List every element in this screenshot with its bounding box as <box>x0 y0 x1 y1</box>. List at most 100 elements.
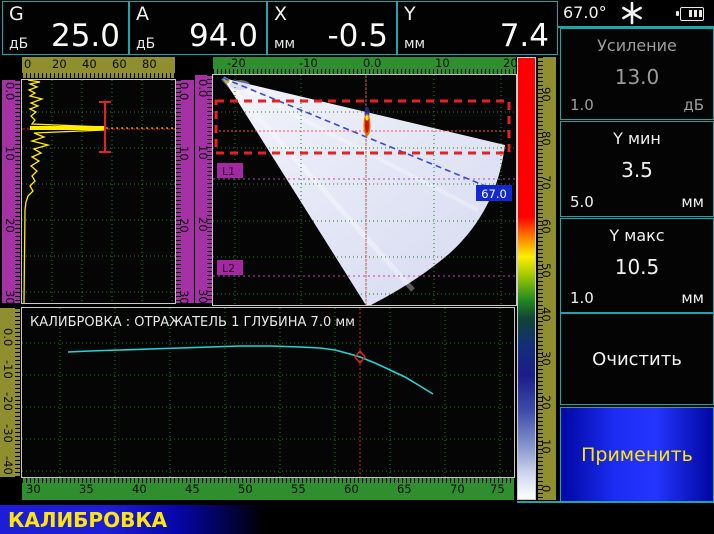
menu-step: 1.0 <box>570 96 594 114</box>
readout-y: Y мм 7.4 <box>397 1 558 55</box>
tick-label: 20 <box>4 218 15 233</box>
l2-badge-label: L2 <box>222 262 235 275</box>
ascan-depth-ruler-left: 0.0 10 20 30 <box>2 80 20 303</box>
sector-plot: L1 L2 67.0 <box>213 75 516 305</box>
tick-label: 30 <box>26 484 41 495</box>
tick-label: 70 <box>450 484 465 495</box>
calibration-plot: КАЛИБРОВКА : ОТРАЖАТЕЛЬ 1 ГЛУБИНА 7.0 мм <box>22 308 514 477</box>
status-cell: 67.0° <box>558 0 714 28</box>
echo-peak-bar <box>30 126 104 130</box>
tick-label: 80 <box>142 59 157 70</box>
tick-label: 0 <box>540 485 551 492</box>
tick-label: 40 <box>540 307 551 322</box>
tick-label: 55 <box>291 484 306 495</box>
tick-label: 45 <box>185 484 200 495</box>
tick-label: 20 <box>503 58 516 69</box>
readout-unit: дБ <box>136 36 155 52</box>
reflector-tip <box>366 116 369 121</box>
tick-label: 0.0 <box>363 58 381 69</box>
tick-label: 30 <box>4 290 15 303</box>
tick-label: 60 <box>540 219 551 234</box>
readout-gain-g: G дБ 25.0 <box>2 1 129 55</box>
menu-unit: мм <box>681 289 704 307</box>
tick-label: 10 <box>435 58 450 69</box>
tick-label: 10 <box>540 439 551 454</box>
active-mode-label: КАЛИБРОВКА <box>8 508 167 532</box>
tick-label: -40 <box>2 456 13 475</box>
menu-panel-gain[interactable]: Усиление 13.0 1.0 дБ <box>560 28 714 120</box>
battery-icon <box>680 7 704 21</box>
tick-label: 10 <box>178 146 189 161</box>
tick-label: -10 <box>2 360 13 379</box>
tick-label: 40 <box>82 59 97 70</box>
menu-unit: мм <box>681 193 704 211</box>
apply-button-label: Применить <box>581 444 693 466</box>
tick-label: -20 <box>2 392 13 411</box>
status-bar: КАЛИБРОВКА <box>0 505 714 534</box>
menu-panel-ymax[interactable]: Y макс 10.5 1.0 мм <box>560 218 714 313</box>
tick-label: 50 <box>238 484 253 495</box>
tick-label: 80 <box>540 131 551 146</box>
tick-label: -20 <box>227 58 246 69</box>
clear-button-label: Очистить <box>592 349 682 370</box>
menu-panel-ymin[interactable]: Y мин 3.5 5.0 мм <box>560 121 714 217</box>
calibration-db-ruler: 0.0-10-20-30-40 <box>0 308 20 477</box>
menu-unit: дБ <box>683 96 704 114</box>
menu-title: Y мин <box>561 129 713 148</box>
sector-x-ruler: -20 -10 0.0 10 20 <box>213 57 516 74</box>
tick-label: 30 <box>197 289 208 303</box>
tick-label: 0 <box>24 59 31 70</box>
tick-label: -10 <box>299 58 318 69</box>
ascan-trace <box>24 80 104 303</box>
tick-label: 20 <box>197 217 208 232</box>
tick-label: 30 <box>540 351 551 366</box>
device-screen: G дБ 25.0 A дБ 94.0 X мм -0.5 Y мм 7.4 6… <box>0 0 714 534</box>
menu-title: Усиление <box>561 36 713 55</box>
tick-label: 20 <box>178 218 189 233</box>
tick-label: 65 <box>397 484 412 495</box>
tick-label: 50 <box>540 263 551 278</box>
tick-label: 40 <box>132 484 147 495</box>
divider <box>517 501 714 503</box>
readout-value: -0.5 <box>328 18 389 54</box>
tick-label: 20 <box>540 395 551 410</box>
sector-depth-ruler: 0.0 10 20 30 <box>195 75 212 303</box>
readout-value: 94.0 <box>189 18 258 54</box>
menu-value: 13.0 <box>561 65 713 89</box>
asterisk-icon <box>620 1 644 25</box>
l1-badge-label: L1 <box>222 165 235 178</box>
tick-label: -30 <box>2 424 13 443</box>
readout-label: G <box>9 3 24 25</box>
tick-label: 70 <box>540 175 551 190</box>
calibration-plot-title: КАЛИБРОВКА : ОТРАЖАТЕЛЬ 1 ГЛУБИНА 7.0 мм <box>30 315 355 330</box>
apply-button[interactable]: Применить <box>560 407 714 502</box>
menu-value: 10.5 <box>561 255 713 279</box>
tick-label: 0.0 <box>4 82 15 100</box>
menu-step: 5.0 <box>570 193 594 211</box>
colorbar-ruler: 90 80 70 60 50 40 30 20 10 0 <box>538 57 556 500</box>
tick-label: 75 <box>490 484 505 495</box>
tick-label: 90 <box>540 87 551 102</box>
tick-label: 35 <box>79 484 94 495</box>
readout-value: 7.4 <box>500 18 549 54</box>
tick-label: 10 <box>197 145 208 160</box>
tick-label: 10 <box>4 146 15 161</box>
menu-step: 1.0 <box>570 289 594 307</box>
readout-amplitude-a: A дБ 94.0 <box>129 1 267 55</box>
readout-unit: мм <box>274 36 295 52</box>
readout-unit: мм <box>404 36 425 52</box>
readout-x: X мм -0.5 <box>267 1 397 55</box>
tick-label: 60 <box>112 59 127 70</box>
amplitude-colorbar <box>517 57 536 500</box>
readout-unit: дБ <box>9 36 28 52</box>
clear-button[interactable]: Очистить <box>560 313 714 405</box>
menu-title: Y макс <box>561 226 713 245</box>
beam-angle-readout: 67.0° <box>563 3 607 22</box>
readout-label: Y <box>404 3 416 25</box>
menu-value: 3.5 <box>561 158 713 182</box>
tick-label: 0.0 <box>178 82 189 100</box>
readout-value: 25.0 <box>51 18 120 54</box>
calibration-curve <box>68 346 433 394</box>
beam-angle-badge-label: 67.0 <box>481 187 507 201</box>
tick-label: 0.0 <box>197 79 208 97</box>
